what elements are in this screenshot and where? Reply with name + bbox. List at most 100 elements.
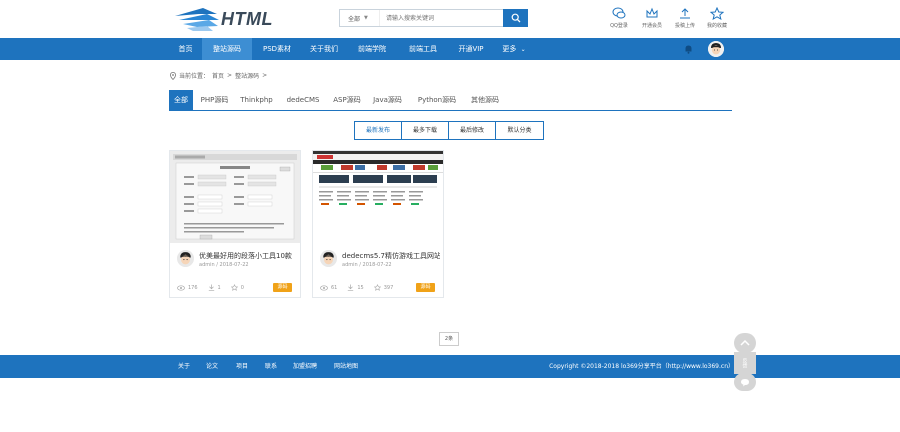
chat-bubble-icon xyxy=(612,7,626,19)
favorites-button[interactable]: 我的收藏 xyxy=(701,7,733,29)
favorites-label: 我的收藏 xyxy=(706,23,727,29)
avatar-face-icon xyxy=(320,250,337,267)
sort-most-downloads-button[interactable]: 最多下载 xyxy=(402,122,449,139)
favorites-count: 397 xyxy=(383,284,394,291)
search-type-select[interactable]: 全部 ▼ xyxy=(340,10,380,26)
user-avatar[interactable] xyxy=(708,41,724,57)
category-thinkphp[interactable]: Thinkphp xyxy=(236,90,277,110)
category-other[interactable]: 其他源码 xyxy=(466,90,504,110)
vip-label: 开通会员 xyxy=(641,23,662,29)
nav-item-home[interactable]: 首页 xyxy=(169,38,202,60)
nav-more-label: 更多 xyxy=(502,45,517,53)
footer-link-contact[interactable]: 联系 xyxy=(265,355,277,378)
vip-button[interactable]: 开通会员 xyxy=(636,7,668,29)
sort-default-button[interactable]: 默认分类 xyxy=(496,122,543,139)
card-author[interactable]: admin xyxy=(342,262,358,268)
chat-bubble-icon xyxy=(741,378,749,386)
site-header: HTML 全部 ▼ QQ登录 开通会员 投稿上传 xyxy=(0,0,900,38)
breadcrumb-home-link[interactable]: 首页 xyxy=(212,71,224,80)
logo-text[interactable]: HTML xyxy=(221,9,273,30)
search-input[interactable] xyxy=(380,10,503,26)
category-python[interactable]: Python源码 xyxy=(410,90,464,110)
eye-icon xyxy=(320,284,328,291)
category-all[interactable]: 全部 xyxy=(169,90,193,110)
chevron-down-icon: ▼ xyxy=(364,15,368,21)
category-dedecms[interactable]: dedeCMS xyxy=(281,90,325,110)
card-author[interactable]: admin xyxy=(199,262,215,268)
nav-item-tools[interactable]: 前端工具 xyxy=(398,38,448,60)
card-title[interactable]: dedecms5.7精仿游戏工具网站 xyxy=(342,251,440,261)
footer-link-projects[interactable]: 项目 xyxy=(236,355,248,378)
sort-last-modified-button[interactable]: 最后修改 xyxy=(449,122,496,139)
nav-item-academy[interactable]: 前端学院 xyxy=(346,38,398,60)
breadcrumb: 当前位置： 首页 > 整站源码 > xyxy=(170,71,267,80)
category-badge[interactable]: 源码 xyxy=(273,283,292,292)
star-icon xyxy=(710,7,724,20)
star-icon xyxy=(230,284,238,291)
copyright-text: Copyright ©2018-2018 lo369分享平台（http://ww… xyxy=(549,363,734,370)
favorites-stat: 397 xyxy=(373,284,394,291)
views-count: 61 xyxy=(331,284,338,291)
nav-item-more[interactable]: 更多 ⌄ xyxy=(494,38,534,60)
category-tabs: 全部 PHP源码 Thinkphp dedeCMS ASP源码 Java源码 P… xyxy=(169,90,732,111)
breadcrumb-current[interactable]: 整站源码 xyxy=(235,71,259,80)
feedback-button[interactable]: 反馈 xyxy=(734,352,756,374)
resource-card[interactable]: dedecms5.7精仿游戏工具网站 admin / 2018-07-22 61… xyxy=(312,150,444,298)
sort-buttons: 最新发布 最多下载 最后修改 默认分类 xyxy=(354,121,544,140)
footer-link-sitemap[interactable]: 网站地图 xyxy=(334,355,358,378)
breadcrumb-separator: > xyxy=(227,72,233,79)
author-avatar[interactable] xyxy=(177,250,194,267)
downloads-count: 15 xyxy=(357,284,364,291)
upload-label: 投稿上传 xyxy=(674,23,695,29)
nav-item-source[interactable]: 整站源码 xyxy=(202,38,252,60)
chat-button[interactable] xyxy=(734,373,756,391)
search-icon xyxy=(511,13,520,23)
card-meta: admin / 2018-07-22 xyxy=(199,262,249,268)
downloads-stat: 1 xyxy=(208,284,221,291)
views-count: 176 xyxy=(188,284,198,291)
favorites-count: 0 xyxy=(240,284,244,291)
search-button[interactable] xyxy=(503,9,528,27)
card-date: 2018-07-22 xyxy=(219,262,249,268)
site-footer: 关于 论文 项目 联系 加盟招聘 网站地图 Copyright ©2018-20… xyxy=(0,355,900,378)
feedback-label: 反馈 xyxy=(741,358,748,368)
upload-button[interactable]: 投稿上传 xyxy=(669,7,701,29)
search-type-label: 全部 xyxy=(348,15,361,23)
author-avatar[interactable] xyxy=(320,250,337,267)
breadcrumb-trail: > xyxy=(262,72,268,79)
footer-link-jobs[interactable]: 加盟招聘 xyxy=(293,355,317,378)
floating-toolbar: 反馈 xyxy=(734,333,756,391)
avatar-face-icon xyxy=(177,250,194,267)
search-box: 全部 ▼ xyxy=(339,9,528,27)
views-stat: 176 xyxy=(177,285,198,291)
category-asp[interactable]: ASP源码 xyxy=(328,90,366,110)
star-icon xyxy=(373,284,381,291)
category-badge[interactable]: 源码 xyxy=(416,283,435,292)
card-thumbnail[interactable] xyxy=(170,151,300,243)
crown-icon xyxy=(646,7,658,18)
download-icon xyxy=(208,284,214,291)
bell-icon[interactable] xyxy=(684,44,693,54)
footer-link-papers[interactable]: 论文 xyxy=(206,355,218,378)
category-java[interactable]: Java源码 xyxy=(368,90,407,110)
downloads-count: 1 xyxy=(217,284,221,291)
category-php[interactable]: PHP源码 xyxy=(196,90,233,110)
qq-login-button[interactable]: QQ登录 xyxy=(603,7,635,29)
nav-item-psd[interactable]: PSD素材 xyxy=(252,38,302,60)
card-title[interactable]: 优美最好用的段落小工具10款 xyxy=(199,251,297,261)
nav-item-about[interactable]: 关于我们 xyxy=(302,38,346,60)
card-date: 2018-07-22 xyxy=(362,262,392,268)
resource-card[interactable]: 优美最好用的段落小工具10款 admin / 2018-07-22 176 1 … xyxy=(169,150,301,298)
chevron-down-icon: ⌄ xyxy=(520,46,526,53)
card-thumbnail[interactable] xyxy=(313,151,443,243)
card-stats: 176 1 0 xyxy=(177,284,250,291)
upload-icon xyxy=(680,8,690,19)
main-nav: 首页 整站源码 PSD素材 关于我们 前端学院 前端工具 开通VIP 更多 ⌄ xyxy=(0,38,900,60)
nav-item-vip[interactable]: 开通VIP xyxy=(448,38,494,60)
card-stats: 61 15 397 xyxy=(320,284,399,291)
downloads-stat: 15 xyxy=(347,284,364,291)
location-pin-icon xyxy=(170,71,176,80)
sort-newest-button[interactable]: 最新发布 xyxy=(355,122,402,139)
back-to-top-button[interactable] xyxy=(734,333,756,353)
footer-link-about[interactable]: 关于 xyxy=(178,355,190,378)
